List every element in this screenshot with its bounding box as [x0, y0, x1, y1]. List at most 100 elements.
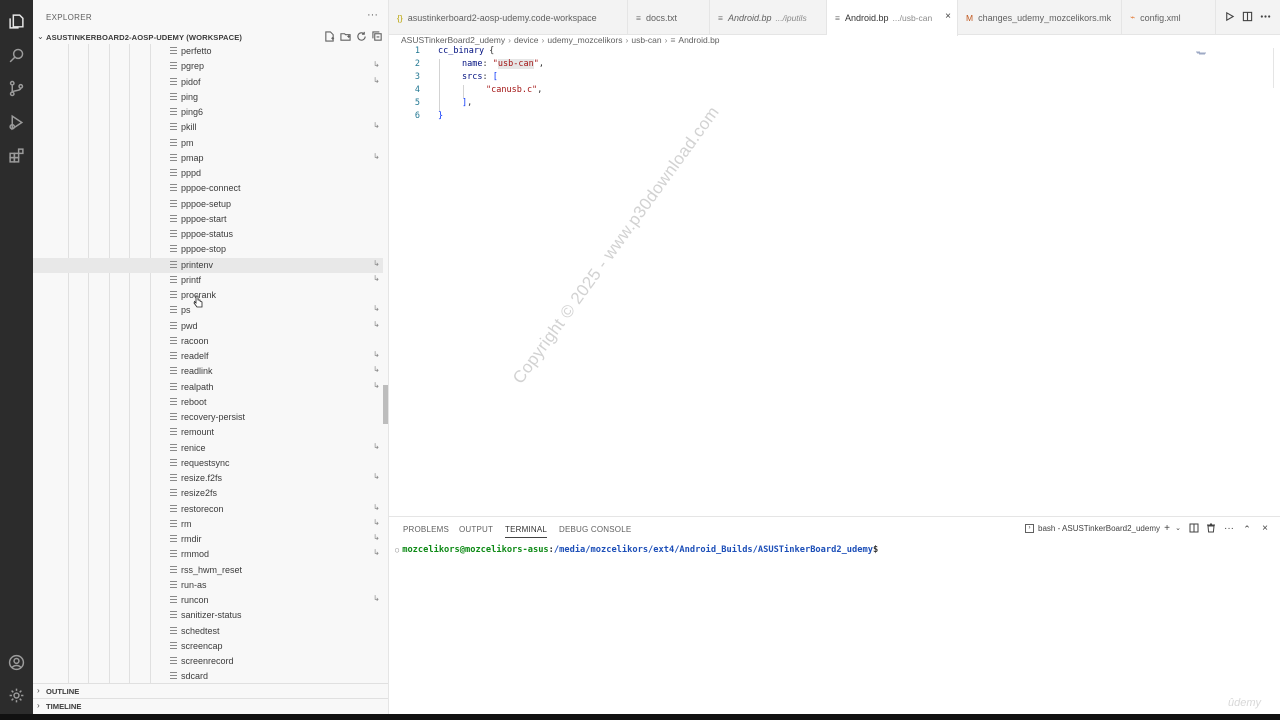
file-tree-item[interactable]: resize2fs [33, 486, 383, 501]
file-tree-item[interactable]: pmap ↳ [33, 151, 383, 166]
file-tree-item[interactable]: screenrecord [33, 654, 383, 669]
file-tree-item[interactable]: pppoe-connect [33, 181, 383, 196]
breadcrumb-item[interactable]: usb-can [631, 35, 661, 45]
file-tree-item[interactable]: realpath ↳ [33, 380, 383, 395]
file-tree-item[interactable]: pkill ↳ [33, 120, 383, 135]
file-tree-item[interactable]: perfetto [33, 44, 383, 59]
terminal-prompt[interactable]: ○ mozcelikors@mozcelikors-asus:/media/moz… [395, 545, 878, 555]
refresh-icon[interactable] [356, 31, 369, 44]
file-tree-item[interactable]: renice ↳ [33, 441, 383, 456]
file-tree-item[interactable]: restorecon ↳ [33, 502, 383, 517]
file-tree-item[interactable]: readelf ↳ [33, 349, 383, 364]
file-tree-item[interactable]: reboot [33, 395, 383, 410]
code-token: { [484, 46, 495, 56]
file-tree-item[interactable]: printenv ↳ [33, 257, 383, 273]
timeline-section[interactable]: › TIMELINE [33, 698, 388, 713]
trash-icon[interactable] [1205, 523, 1217, 535]
more-actions-icon[interactable]: ··· [1223, 523, 1235, 535]
file-tree-item[interactable]: pppoe-stop [33, 242, 383, 257]
file-tree-item[interactable]: rm ↳ [33, 517, 383, 532]
file-tree-item[interactable]: schedtest [33, 624, 383, 639]
file-tree-item[interactable]: sdcard [33, 669, 383, 684]
chevron-down-icon[interactable]: ⌄ [1172, 523, 1184, 535]
file-tree-item[interactable]: pppoe-setup [33, 197, 383, 212]
file-tree-item[interactable]: resize.f2fs ↳ [33, 471, 383, 486]
file-tree-item[interactable]: run-as [33, 578, 383, 593]
explorer-more-button[interactable]: ··· [367, 9, 378, 21]
split-terminal-icon[interactable] [1188, 523, 1200, 535]
file-tree-item[interactable]: requestsync [33, 456, 383, 471]
minimap[interactable] [1196, 47, 1209, 55]
file-text-icon [170, 443, 177, 452]
file-name: recovery-persist [181, 412, 246, 422]
file-text-icon [170, 214, 177, 223]
file-tree-item[interactable]: ps ↳ [33, 303, 383, 318]
new-folder-icon[interactable] [340, 31, 353, 44]
tab-debug-console[interactable]: DEBUG CONSOLE [559, 525, 631, 534]
line-number: 6 [414, 111, 420, 121]
terminal-selector[interactable]: › bash - ASUSTinkerBoard2_udemy [1025, 524, 1160, 533]
split-editor-icon[interactable] [1242, 11, 1254, 23]
editor-tab[interactable]: ≡ Android.bp .../usb-can × [827, 0, 958, 36]
close-panel-icon[interactable]: × [1259, 523, 1271, 535]
settings-gear-icon[interactable] [6, 685, 27, 706]
file-tree-item[interactable]: printf ↳ [33, 273, 383, 288]
new-file-icon[interactable] [324, 31, 337, 44]
symlink-icon: ↳ [373, 258, 380, 268]
editor-tab[interactable]: Mchanges_udemy_mozcelikors.mk [958, 0, 1122, 35]
file-tree-item[interactable]: pppoe-status [33, 227, 383, 242]
file-name: run-as [181, 579, 207, 590]
breadcrumb-item[interactable]: Android.bp [678, 35, 719, 45]
file-tree-item[interactable]: pppoe-start [33, 212, 383, 227]
file-tree-item[interactable]: sanitizer-status [33, 608, 383, 623]
file-tree-item[interactable]: rmdir ↳ [33, 532, 383, 547]
file-tree-item[interactable]: pwd ↳ [33, 319, 383, 334]
breadcrumb-item[interactable]: device [514, 35, 539, 45]
file-tree-item[interactable]: rss_hwm_reset [33, 563, 383, 578]
breadcrumb-item[interactable]: ASUSTinkerBoard2_udemy [401, 35, 505, 45]
breadcrumb-item[interactable]: udemy_mozcelikors [547, 35, 622, 45]
explorer-icon[interactable] [6, 11, 27, 32]
editor-scrollbar[interactable] [1273, 48, 1280, 88]
maximize-panel-icon[interactable]: ⌃ [1241, 523, 1253, 535]
file-tree-item[interactable]: runcon ↳ [33, 593, 383, 608]
run-icon[interactable] [1224, 11, 1236, 23]
file-tree-item[interactable]: racoon [33, 334, 383, 349]
tab-terminal[interactable]: TERMINAL [505, 525, 548, 538]
tab-problems[interactable]: PROBLEMS [403, 525, 449, 534]
file-text-icon [170, 230, 177, 238]
collapse-all-icon[interactable] [372, 31, 385, 44]
file-tree-item[interactable]: readlink ↳ [33, 364, 383, 379]
source-control-icon[interactable] [6, 78, 27, 99]
tab-output[interactable]: OUTPUT [459, 525, 493, 534]
tab-label: docs.txt [645, 12, 677, 23]
file-name: readlink [181, 366, 213, 377]
file-tree-item[interactable]: procrank [33, 288, 383, 303]
file-text-icon [170, 641, 177, 650]
file-tree-item[interactable]: rmmod ↳ [33, 547, 383, 562]
file-tree-item[interactable]: ping6 [33, 105, 383, 120]
code-editor[interactable]: 1 2 3 4 5 6 cc_binary { name: "usb-can",… [389, 46, 1280, 516]
more-actions-icon[interactable] [1260, 11, 1272, 23]
bottom-edge [0, 714, 1280, 720]
file-tree-item[interactable]: pppd [33, 166, 383, 181]
file-tree-item[interactable]: recovery-persist [33, 410, 383, 425]
file-tree-item[interactable]: ping [33, 90, 383, 105]
file-tree-item[interactable]: remount [33, 425, 383, 440]
extensions-icon[interactable] [6, 145, 27, 166]
run-debug-icon[interactable] [6, 112, 27, 133]
editor-tab[interactable]: ≡ docs.txt [628, 0, 710, 35]
outline-section[interactable]: › OUTLINE [33, 683, 388, 698]
account-icon[interactable] [6, 652, 27, 673]
file-tree-item[interactable]: screencap [33, 639, 383, 654]
file-type-icon: ≡ [718, 12, 723, 23]
search-icon[interactable] [6, 45, 27, 66]
file-tree-item[interactable]: pgrep ↳ [33, 59, 383, 74]
file-tree-item[interactable]: pidof ↳ [33, 75, 383, 90]
editor-tab[interactable]: ⌁ config.xml [1122, 0, 1216, 35]
file-tree-item[interactable]: pm [33, 136, 383, 151]
close-icon[interactable]: × [945, 11, 951, 22]
editor-tab[interactable]: ≡ Android.bp .../iputils [710, 0, 827, 35]
editor-tab[interactable]: {} asustinkerboard2-aosp-udemy.code-works… [389, 0, 628, 35]
file-name: pwd [181, 320, 198, 331]
